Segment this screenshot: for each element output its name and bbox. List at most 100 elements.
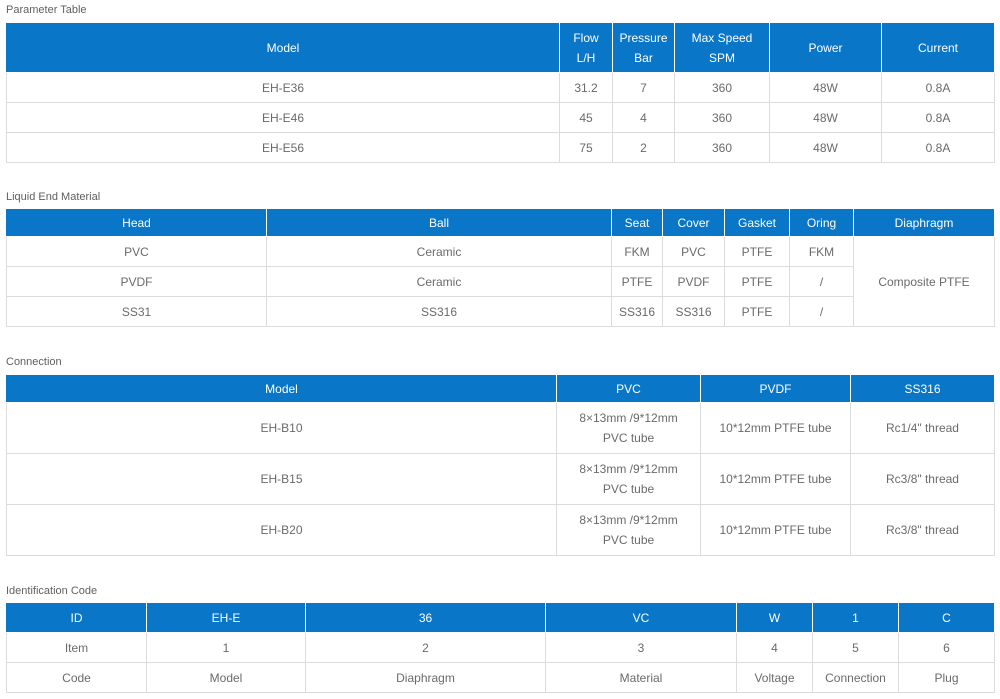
header-model: Model	[6, 22, 560, 73]
cell-pvc-line2: PVC tube	[602, 482, 655, 496]
identification-code-table: ID EH-E 36 VC W 1 C Item 1 2 3 4 5 6 Cod…	[6, 602, 995, 693]
cell-seat: SS316	[611, 296, 663, 327]
cell-power: 48W	[769, 102, 882, 133]
header-diaphragm-code: 36	[305, 602, 546, 633]
cell-pvdf: 10*12mm PTFE tube	[700, 504, 851, 556]
cell-code-label: Code	[6, 662, 147, 693]
cell-gasket: PTFE	[724, 296, 790, 327]
header-id: ID	[6, 602, 147, 633]
cell-ss316: Rc3/8" thread	[850, 453, 995, 505]
cell-pvdf: 10*12mm PTFE tube	[700, 453, 851, 505]
cell-item: 3	[545, 632, 737, 663]
header-pressure-line2: Bar	[634, 50, 653, 65]
table-row: EH-B15 8×13mm /9*12mm PVC tube 10*12mm PT…	[6, 453, 995, 505]
header-plug-code: C	[898, 602, 995, 633]
cell-pressure: 7	[612, 72, 675, 103]
header-model: Model	[6, 374, 557, 403]
cell-flow: 75	[559, 132, 613, 163]
header-flow-line1: Flow	[573, 30, 599, 45]
cell-ball: SS316	[266, 296, 612, 327]
cell-speed: 360	[674, 72, 770, 103]
header-power: Power	[769, 22, 882, 73]
table-row: SS31 SS316 SS316 SS316 PTFE /	[6, 296, 995, 327]
cell-code: Plug	[898, 662, 995, 693]
liquid-end-table: Head Ball Seat Cover Gasket Oring Diaphr…	[6, 208, 995, 327]
cell-pvc: 8×13mm /9*12mm PVC tube	[556, 402, 701, 454]
cell-pvc-line2: PVC tube	[602, 533, 655, 547]
cell-code: Model	[146, 662, 306, 693]
cell-ball: Ceramic	[266, 236, 612, 267]
cell-item: 1	[146, 632, 306, 663]
header-series: EH-E	[146, 602, 306, 633]
header-voltage-code: W	[736, 602, 813, 633]
cell-head: PVC	[6, 236, 267, 267]
cell-ss316: Rc3/8" thread	[850, 504, 995, 556]
cell-item-label: Item	[6, 632, 147, 663]
header-pvdf: PVDF	[700, 374, 851, 403]
cell-current: 0.8A	[881, 132, 995, 163]
header-gasket: Gasket	[724, 208, 790, 237]
table-row: Item 1 2 3 4 5 6	[6, 632, 995, 663]
table-row: Code Model Diaphragm Material Voltage Co…	[6, 662, 995, 693]
cell-flow: 45	[559, 102, 613, 133]
header-cover: Cover	[662, 208, 725, 237]
cell-code: Diaphragm	[305, 662, 546, 693]
cell-gasket: PTFE	[724, 266, 790, 297]
cell-head: SS31	[6, 296, 267, 327]
cell-item: 6	[898, 632, 995, 663]
parameter-table: Model Flow L/H Pressure Bar Max Speed SPM P…	[6, 22, 995, 163]
table-row: PVDF Ceramic PTFE PVDF PTFE /	[6, 266, 995, 297]
cell-item: 2	[305, 632, 546, 663]
header-ball: Ball	[266, 208, 612, 237]
table-row: PVC Ceramic FKM PVC PTFE FKM Composite P…	[6, 236, 995, 327]
cell-code: Voltage	[736, 662, 813, 693]
cell-current: 0.8A	[881, 72, 995, 103]
header-speed-line2: SPM	[708, 50, 735, 65]
header-head: Head	[6, 208, 267, 237]
cell-current: 0.8A	[881, 102, 995, 133]
header-diaphragm: Diaphragm	[853, 208, 995, 237]
header-max-speed: Max Speed SPM	[674, 22, 770, 73]
cell-speed: 360	[674, 132, 770, 163]
cell-diaphragm: Composite PTFE	[853, 236, 995, 327]
identification-code-header-row: ID EH-E 36 VC W 1 C	[6, 602, 995, 633]
cell-code: Material	[545, 662, 737, 693]
header-pvc: PVC	[556, 374, 701, 403]
cell-seat: FKM	[611, 236, 663, 267]
header-flow: Flow L/H	[559, 22, 613, 73]
connection-table: Model PVC PVDF SS316 EH-B10 8×13mm /9*12…	[6, 374, 995, 556]
table-row: EH-B20 8×13mm /9*12mm PVC tube 10*12mm PT…	[6, 504, 995, 556]
header-pressure: Pressure Bar	[612, 22, 675, 73]
connection-header-row: Model PVC PVDF SS316	[6, 374, 995, 403]
header-current: Current	[881, 22, 995, 73]
cell-oring: FKM	[789, 236, 854, 267]
parameter-table-header-row: Model Flow L/H Pressure Bar Max Speed SPM P…	[6, 22, 995, 73]
cell-model: EH-B10	[6, 402, 557, 454]
connection-title: Connection	[6, 356, 62, 368]
table-row: EH-E36 31.2 7 360 48W 0.8A	[6, 72, 995, 103]
header-ss316: SS316	[850, 374, 995, 403]
cell-oring: /	[789, 266, 854, 297]
cell-model: EH-E46	[6, 102, 560, 133]
cell-cover: PVC	[662, 236, 725, 267]
table-row: EH-E46 45 4 360 48W 0.8A	[6, 102, 995, 133]
cell-model: EH-B15	[6, 453, 557, 505]
cell-pvc-line1: 8×13mm /9*12mm	[579, 462, 678, 476]
liquid-end-title: Liquid End Material	[6, 191, 101, 203]
cell-power: 48W	[769, 132, 882, 163]
table-row: EH-E56 75 2 360 48W 0.8A	[6, 132, 995, 163]
cell-pvc-line1: 8×13mm /9*12mm	[579, 513, 678, 527]
table-row: EH-B10 8×13mm /9*12mm PVC tube 10*12mm PT…	[6, 402, 995, 454]
cell-pvdf: 10*12mm PTFE tube	[700, 402, 851, 454]
cell-flow: 31.2	[559, 72, 613, 103]
header-connection-code: 1	[812, 602, 899, 633]
parameter-table-title: Parameter Table	[6, 4, 87, 16]
cell-ss316: Rc1/4" thread	[850, 402, 995, 454]
header-oring: Oring	[789, 208, 854, 237]
header-seat: Seat	[611, 208, 663, 237]
cell-seat: PTFE	[611, 266, 663, 297]
cell-power: 48W	[769, 72, 882, 103]
cell-pvc-line2: PVC tube	[602, 431, 655, 445]
cell-pressure: 4	[612, 102, 675, 133]
cell-pvc: 8×13mm /9*12mm PVC tube	[556, 453, 701, 505]
